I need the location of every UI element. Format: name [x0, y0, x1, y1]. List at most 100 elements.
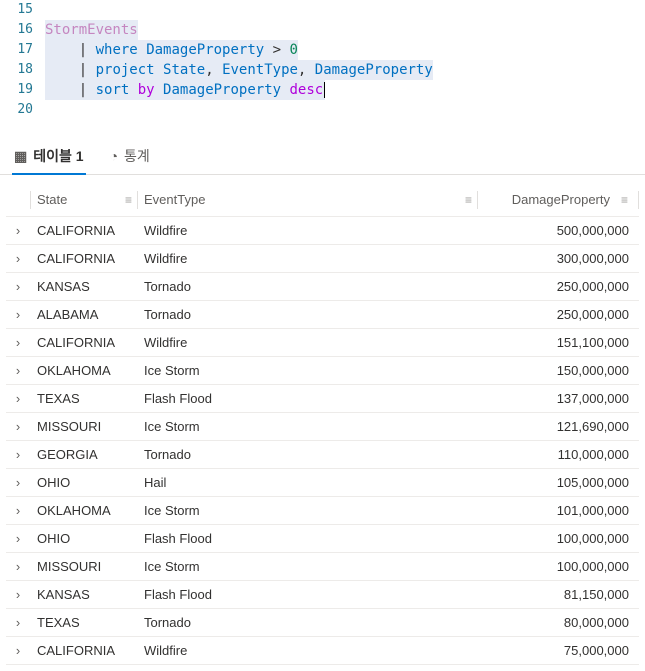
expand-row-button[interactable]: › — [6, 447, 30, 462]
cell-state: OHIO — [31, 475, 137, 490]
results-table: State ≡ EventType ≡ DamageProperty ≡ ›CA… — [0, 183, 645, 665]
table-row[interactable]: ›CALIFORNIAWildfire75,000,000 — [6, 637, 639, 665]
expand-row-button[interactable]: › — [6, 335, 30, 350]
line-number: 16 — [0, 20, 45, 40]
expand-row-button[interactable]: › — [6, 223, 30, 238]
cell-state: TEXAS — [31, 391, 137, 406]
cell-state: CALIFORNIA — [31, 251, 137, 266]
cell-event: Ice Storm — [138, 503, 478, 518]
code-line[interactable]: 18 | project State, EventType, DamagePro… — [0, 60, 645, 80]
column-label: DamageProperty — [512, 192, 610, 207]
cell-event: Ice Storm — [138, 363, 478, 378]
tab-table-label: 테이블 1 — [33, 146, 83, 166]
cell-event: Tornado — [138, 279, 478, 294]
code-content[interactable]: | sort by DamageProperty desc — [45, 80, 645, 100]
table-row[interactable]: ›MISSOURIIce Storm121,690,000 — [6, 413, 639, 441]
cell-state: CALIFORNIA — [31, 335, 137, 350]
cell-damage: 150,000,000 — [479, 363, 639, 378]
code-line[interactable]: 20 — [0, 100, 645, 120]
divider — [0, 174, 645, 175]
table-row[interactable]: ›TEXASTornado80,000,000 — [6, 609, 639, 637]
menu-icon[interactable]: ≡ — [125, 193, 137, 207]
cell-event: Ice Storm — [138, 419, 478, 434]
line-number: 20 — [0, 100, 45, 120]
code-line[interactable]: 17 | where DamageProperty > 0 — [0, 40, 645, 60]
line-number: 18 — [0, 60, 45, 80]
column-header-damage[interactable]: DamageProperty ≡ — [478, 192, 638, 207]
cell-event: Wildfire — [138, 223, 478, 238]
code-editor[interactable]: 1516StormEvents17 | where DamageProperty… — [0, 0, 645, 124]
table-row[interactable]: ›KANSASTornado250,000,000 — [6, 273, 639, 301]
expand-row-button[interactable]: › — [6, 475, 30, 490]
column-label: State — [37, 192, 67, 207]
cell-damage: 100,000,000 — [479, 559, 639, 574]
tab-stats-label: 통계 — [124, 146, 150, 166]
cell-damage: 101,000,000 — [479, 503, 639, 518]
code-content[interactable]: | where DamageProperty > 0 — [45, 40, 645, 60]
cell-state: OKLAHOMA — [31, 363, 137, 378]
expand-row-button[interactable]: › — [6, 531, 30, 546]
column-header-state[interactable]: State ≡ — [31, 192, 137, 207]
menu-icon[interactable]: ≡ — [465, 193, 477, 207]
expand-row-button[interactable]: › — [6, 503, 30, 518]
cell-damage: 121,690,000 — [479, 419, 639, 434]
code-content[interactable]: | project State, EventType, DamageProper… — [45, 60, 645, 80]
cell-damage: 105,000,000 — [479, 475, 639, 490]
table-row[interactable]: ›OHIOHail105,000,000 — [6, 469, 639, 497]
menu-icon[interactable]: ≡ — [616, 193, 628, 207]
tab-table[interactable]: ▦ 테이블 1 — [12, 140, 86, 174]
cell-event: Tornado — [138, 447, 478, 462]
cell-event: Wildfire — [138, 251, 478, 266]
code-line[interactable]: 15 — [0, 0, 645, 20]
table-row[interactable]: ›OHIOFlash Flood100,000,000 — [6, 525, 639, 553]
cell-state: CALIFORNIA — [31, 223, 137, 238]
cell-damage: 110,000,000 — [479, 447, 639, 462]
cell-event: Hail — [138, 475, 478, 490]
tab-stats[interactable]: ◔ 통계 — [108, 140, 152, 174]
expand-row-button[interactable]: › — [6, 279, 30, 294]
cell-state: ALABAMA — [31, 307, 137, 322]
table-row[interactable]: ›CALIFORNIAWildfire151,100,000 — [6, 329, 639, 357]
table-row[interactable]: ›OKLAHOMAIce Storm101,000,000 — [6, 497, 639, 525]
expand-row-button[interactable]: › — [6, 307, 30, 322]
cell-state: GEORGIA — [31, 447, 137, 462]
code-line[interactable]: 16StormEvents — [0, 20, 645, 40]
code-content[interactable]: StormEvents — [45, 20, 645, 40]
expand-row-button[interactable]: › — [6, 559, 30, 574]
cell-event: Flash Flood — [138, 531, 478, 546]
line-number: 19 — [0, 80, 45, 100]
table-row[interactable]: ›ALABAMATornado250,000,000 — [6, 301, 639, 329]
column-label: EventType — [144, 192, 205, 207]
cell-event: Tornado — [138, 615, 478, 630]
expand-row-button[interactable]: › — [6, 643, 30, 658]
line-number: 17 — [0, 40, 45, 60]
table-row[interactable]: ›GEORGIATornado110,000,000 — [6, 441, 639, 469]
cell-event: Ice Storm — [138, 559, 478, 574]
expand-row-button[interactable]: › — [6, 391, 30, 406]
cell-event: Tornado — [138, 307, 478, 322]
table-row[interactable]: ›TEXASFlash Flood137,000,000 — [6, 385, 639, 413]
line-number: 15 — [0, 0, 45, 20]
column-header-event[interactable]: EventType ≡ — [138, 192, 477, 207]
expand-row-button[interactable]: › — [6, 251, 30, 266]
cell-event: Flash Flood — [138, 391, 478, 406]
expand-row-button[interactable]: › — [6, 363, 30, 378]
table-row[interactable]: ›OKLAHOMAIce Storm150,000,000 — [6, 357, 639, 385]
table-icon: ▦ — [14, 148, 27, 165]
cell-state: KANSAS — [31, 279, 137, 294]
cell-event: Wildfire — [138, 335, 478, 350]
expand-row-button[interactable]: › — [6, 587, 30, 602]
cell-event: Flash Flood — [138, 587, 478, 602]
table-row[interactable]: ›CALIFORNIAWildfire500,000,000 — [6, 217, 639, 245]
cell-state: OHIO — [31, 531, 137, 546]
table-row[interactable]: ›MISSOURIIce Storm100,000,000 — [6, 553, 639, 581]
text-cursor — [324, 82, 325, 98]
code-line[interactable]: 19 | sort by DamageProperty desc — [0, 80, 645, 100]
expand-row-button[interactable]: › — [6, 419, 30, 434]
expand-row-button[interactable]: › — [6, 615, 30, 630]
table-row[interactable]: ›CALIFORNIAWildfire300,000,000 — [6, 245, 639, 273]
table-row[interactable]: ›KANSASFlash Flood81,150,000 — [6, 581, 639, 609]
table-header-row: State ≡ EventType ≡ DamageProperty ≡ — [6, 183, 639, 217]
column-separator[interactable] — [638, 191, 639, 209]
cell-event: Wildfire — [138, 643, 478, 658]
